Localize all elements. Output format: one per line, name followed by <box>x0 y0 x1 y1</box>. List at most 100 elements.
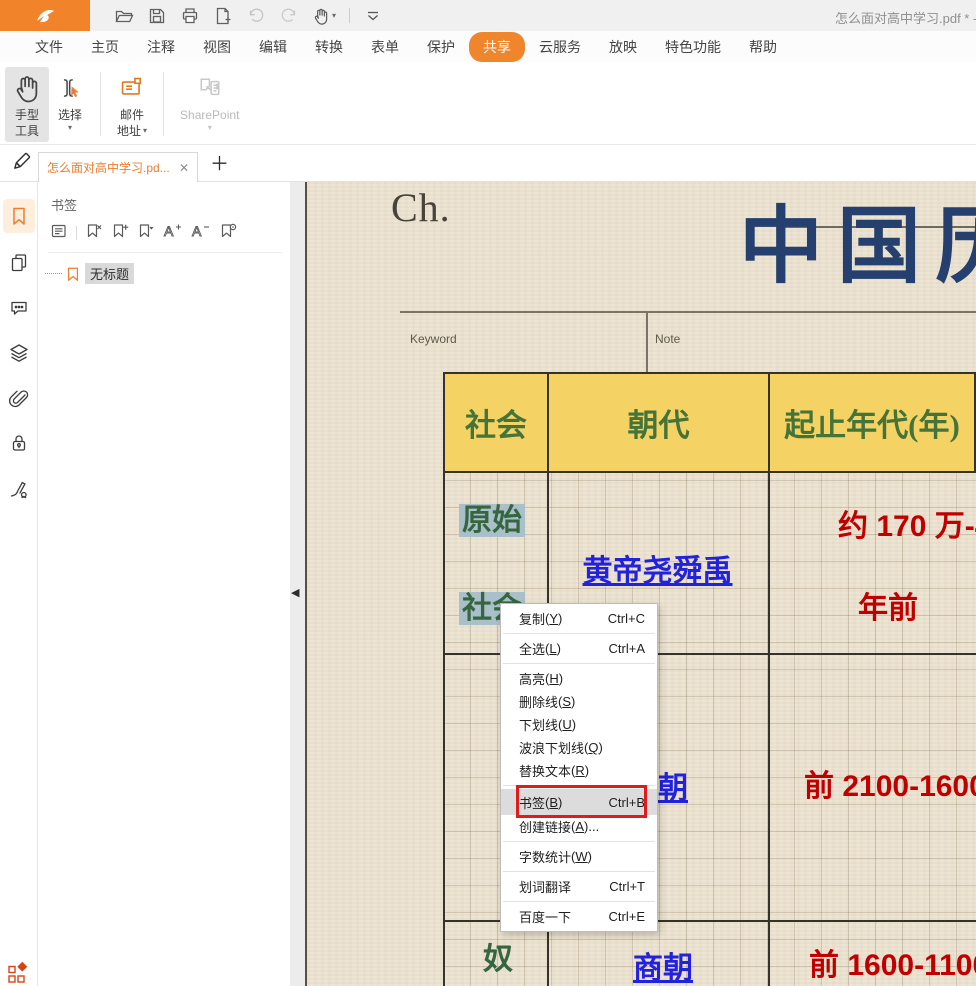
bookmark-add-icon[interactable] <box>111 222 129 245</box>
ribbon-divider <box>163 72 164 136</box>
tree-connector <box>45 273 62 274</box>
customize-toolbar-icon[interactable] <box>363 6 383 26</box>
context-menu-item-9[interactable]: 创建链接(A)... <box>501 815 657 838</box>
menu-tab-1[interactable]: 文件 <box>21 32 77 62</box>
undo-icon[interactable] <box>246 6 266 26</box>
bookmarks-panel-icon[interactable] <box>0 198 38 234</box>
app-logo[interactable] <box>0 0 90 31</box>
font-increase-icon[interactable]: A <box>163 222 183 245</box>
new-document-icon[interactable] <box>213 6 233 26</box>
context-menu-item-label: 百度一下 <box>519 907 571 926</box>
bookmark-tree-item[interactable]: 无标题 <box>45 263 290 284</box>
menu-tab-10[interactable]: 云服务 <box>525 32 595 62</box>
attachments-panel-icon[interactable] <box>0 380 38 416</box>
sharepoint-caret-icon: ▾ <box>208 123 212 133</box>
menu-divider <box>503 841 655 842</box>
hand-tool-quick-icon[interactable]: ▾ <box>312 7 336 25</box>
access-key: A <box>575 819 584 834</box>
menu-tab-5[interactable]: 编辑 <box>245 32 301 62</box>
menu-tab-11[interactable]: 放映 <box>595 32 651 62</box>
bookmark-delete-icon[interactable] <box>85 222 103 245</box>
menu-tab-9[interactable]: 共享 <box>469 32 525 62</box>
keyword-column-label: Keyword <box>410 332 457 346</box>
page-thumbnail-grid-icon[interactable] <box>7 960 31 986</box>
panel-resize-strip[interactable]: ◀ <box>290 182 305 986</box>
context-menu-item-1[interactable]: 复制(Y)Ctrl+C <box>501 607 657 630</box>
access-key: Y <box>549 611 558 626</box>
sharepoint-icon <box>196 72 224 104</box>
dynasty-link-row3[interactable]: 商朝 <box>633 943 693 986</box>
security-panel-icon[interactable] <box>0 425 38 461</box>
sharepoint-label: SharePoint <box>180 107 239 123</box>
menu-tab-7[interactable]: 表单 <box>357 32 413 62</box>
years-row3: 前 1600-1100 <box>809 940 976 984</box>
print-icon[interactable] <box>180 6 200 26</box>
access-key: W <box>575 849 587 864</box>
email-address-button[interactable]: 邮件 地址 ▾ <box>110 67 154 142</box>
bookmarks-toolbar: A A <box>50 221 290 245</box>
menu-item-shortcut: Ctrl+E <box>609 909 645 924</box>
document-tab-label: 怎么面对高中学习.pd... <box>47 159 170 176</box>
save-icon[interactable] <box>147 6 167 26</box>
hand-tool-caret-icon: ▾ <box>332 11 336 21</box>
bookmark-list-options-icon[interactable] <box>50 222 68 245</box>
context-menu-item-4[interactable]: 删除线(S) <box>501 690 657 713</box>
context-menu-item-11[interactable]: 划词翻译Ctrl+T <box>501 875 657 898</box>
context-menu-item-10[interactable]: 字数统计(W) <box>501 845 657 868</box>
hand-tool-label-1: 手型 <box>15 107 39 123</box>
context-menu-item-3[interactable]: 高亮(H) <box>501 667 657 690</box>
context-menu-item-7[interactable]: 替换文本(R) <box>501 759 657 782</box>
menu-tab-13[interactable]: 帮助 <box>735 32 791 62</box>
page-title: 中国历 <box>739 196 976 297</box>
menu-item-shortcut: Ctrl+A <box>609 641 645 656</box>
comments-panel-icon[interactable] <box>0 290 38 326</box>
cell-society-row1-top: 原始 <box>459 495 525 539</box>
table-header-years: 起止年代(年) <box>770 374 974 471</box>
access-key: R <box>575 763 584 778</box>
menu-divider <box>503 871 655 872</box>
email-caret-icon: ▾ <box>143 126 147 136</box>
layers-panel-icon[interactable] <box>0 335 38 371</box>
select-tool-caret-icon: ▾ <box>68 123 72 133</box>
years-row1-line1: 约 170 万-4000 <box>838 501 976 545</box>
context-menu-item-5[interactable]: 下划线(U) <box>501 713 657 736</box>
context-menu-item-label: 删除线 <box>519 692 558 711</box>
bookmarks-panel-title: 书签 <box>51 195 290 214</box>
context-menu-item-12[interactable]: 百度一下 Ctrl+E <box>501 905 657 928</box>
menu-tab-3[interactable]: 注释 <box>133 32 189 62</box>
context-menu-item-6[interactable]: 波浪下划线(Q) <box>501 736 657 759</box>
note-column-label: Note <box>655 332 680 346</box>
bookmark-more-icon[interactable] <box>137 222 155 245</box>
bookmark-settings-icon[interactable] <box>219 222 237 245</box>
hand-tool-button[interactable]: 手型 工具 <box>5 67 49 142</box>
dynasty-link-row1[interactable]: 黄帝尧舜禹 <box>547 546 768 590</box>
edit-pencil-icon[interactable] <box>9 150 33 179</box>
new-tab-button[interactable]: ＋ <box>210 149 229 176</box>
collapse-panel-icon[interactable]: ◀ <box>291 586 299 599</box>
document-tab[interactable]: 怎么面对高中学习.pd... ✕ <box>38 152 198 182</box>
selected-text-highlight: 原始 <box>459 504 525 537</box>
context-menu-item-2[interactable]: 全选(L)Ctrl+A <box>501 637 657 660</box>
cornell-column-line <box>646 311 648 372</box>
cell-society-row3: 奴 <box>483 934 513 978</box>
redo-icon[interactable] <box>279 6 299 26</box>
menu-tab-6[interactable]: 转换 <box>301 32 357 62</box>
title-bar: ▾ 怎么面对高中学习.pdf * - <box>0 0 976 31</box>
pages-panel-icon[interactable] <box>0 245 38 281</box>
dynasty-link-row2[interactable]: 朝 <box>658 763 688 807</box>
menu-tab-2[interactable]: 主页 <box>77 32 133 62</box>
foxit-logo-icon <box>33 6 57 26</box>
font-decrease-icon[interactable]: A <box>191 222 211 245</box>
context-menu-item-label: 创建链接 <box>519 817 571 836</box>
chapter-label: Ch. <box>391 184 451 231</box>
email-icon <box>119 72 145 104</box>
tab-close-icon[interactable]: ✕ <box>173 161 189 175</box>
menu-tab-12[interactable]: 特色功能 <box>651 32 735 62</box>
signature-panel-icon[interactable] <box>0 471 38 507</box>
menu-tab-8[interactable]: 保护 <box>413 32 469 62</box>
menu-tab-4[interactable]: 视图 <box>189 32 245 62</box>
hand-icon <box>12 72 42 104</box>
sharepoint-button[interactable]: SharePoint ▾ <box>173 67 246 136</box>
select-tool-button[interactable]: 选择 ▾ <box>49 67 91 136</box>
open-file-icon[interactable] <box>114 6 134 26</box>
